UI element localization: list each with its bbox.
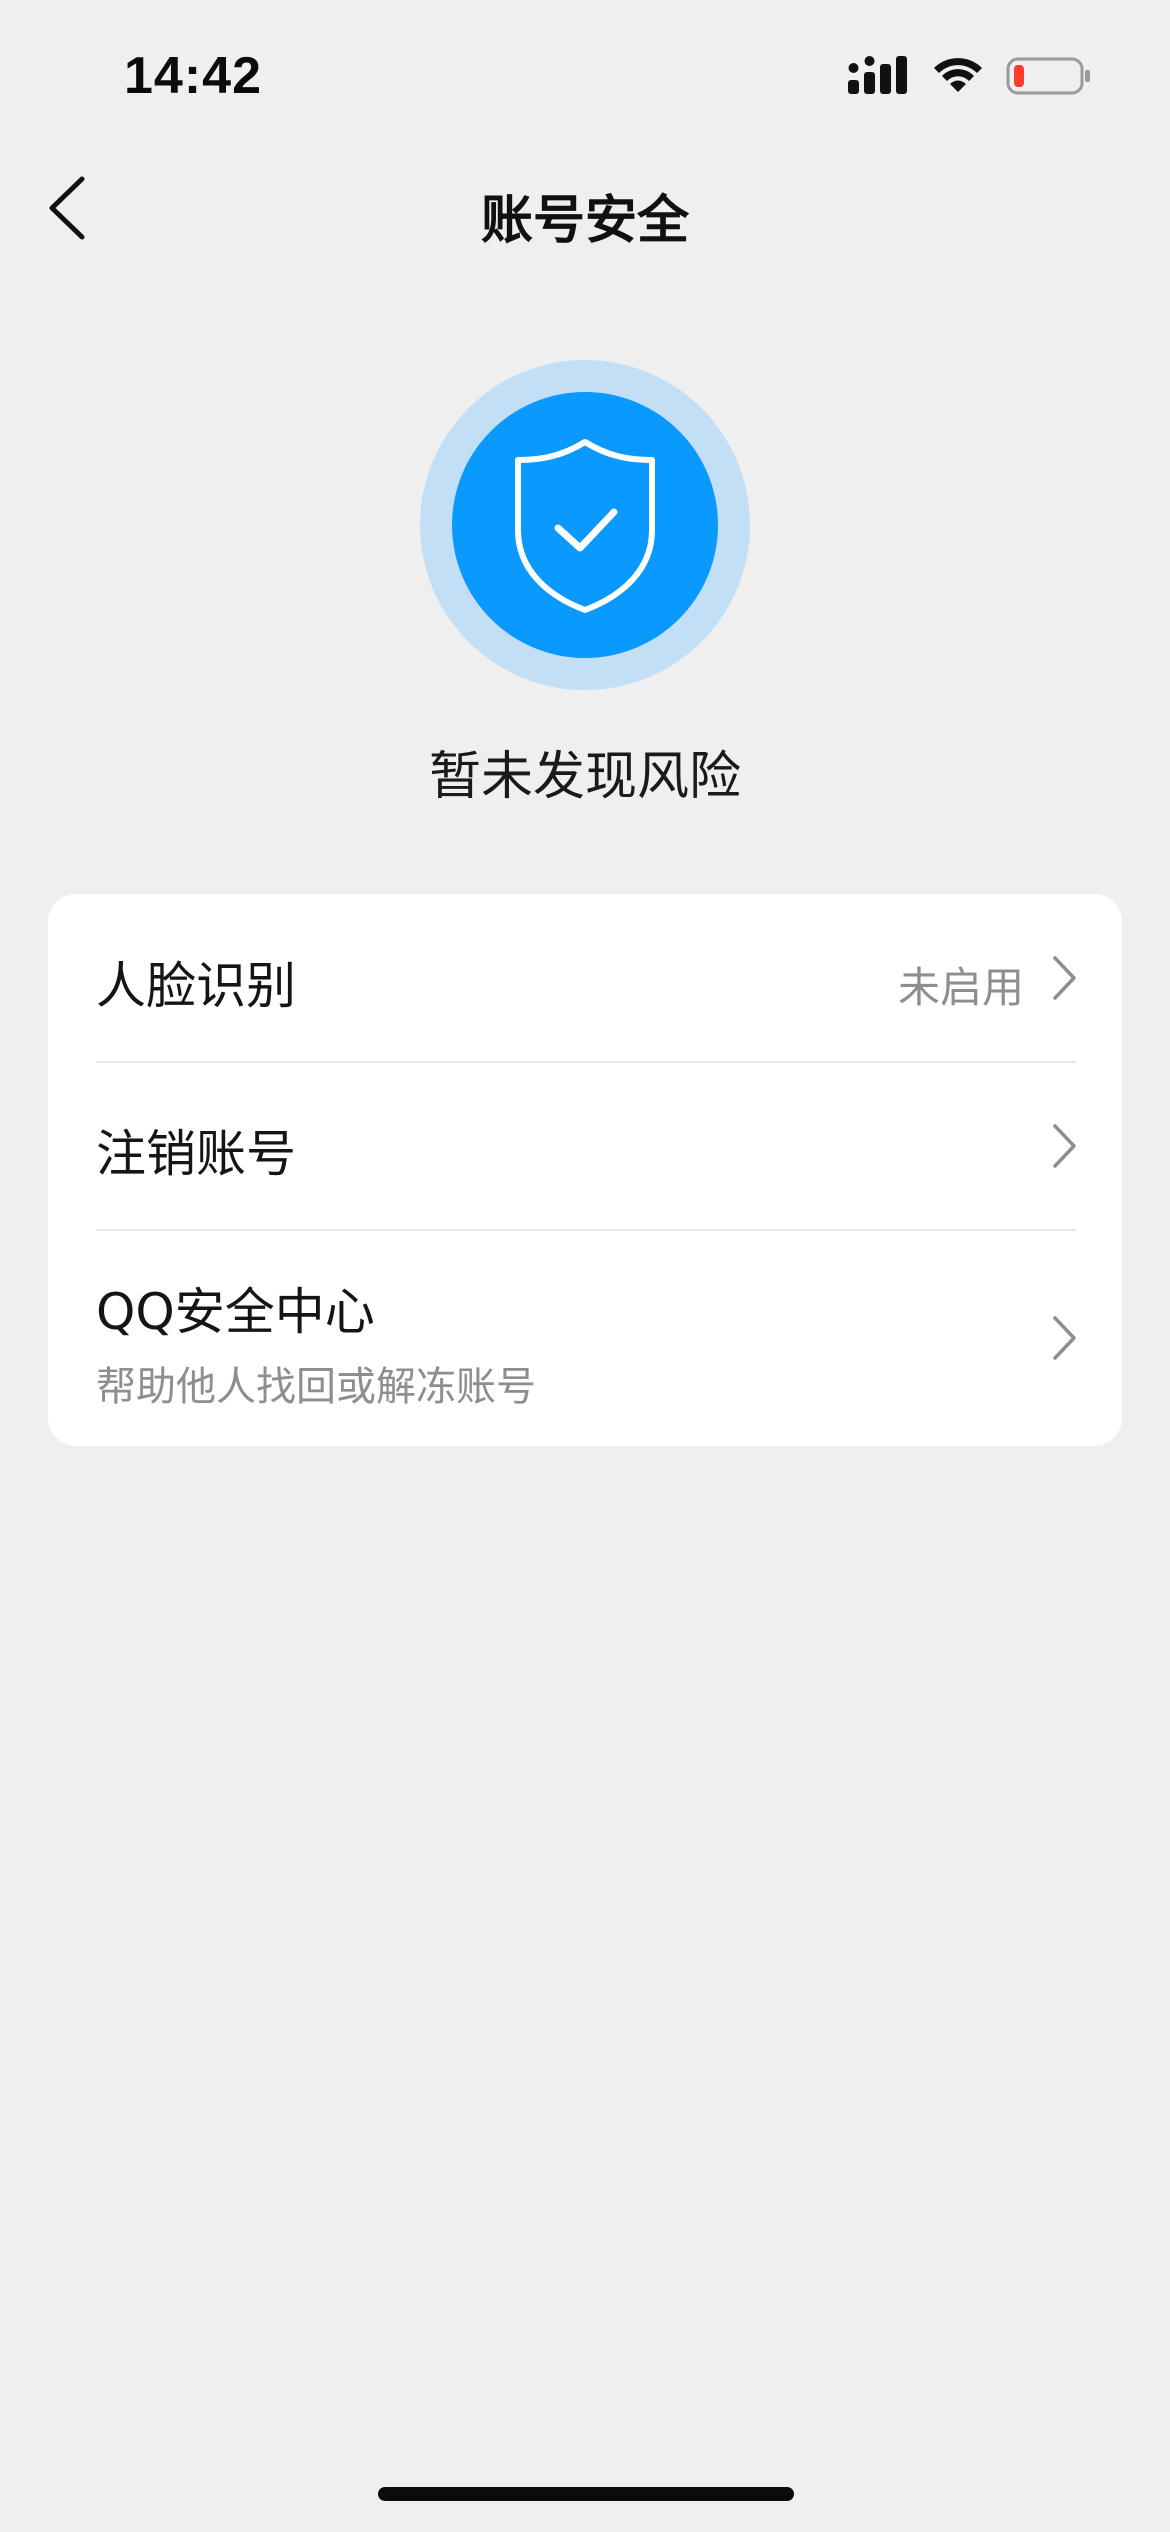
chevron-right-icon (1053, 956, 1076, 1000)
chevron-right-icon (1053, 1316, 1076, 1360)
security-status-text: 暂未发现风险 (428, 747, 741, 807)
security-status-badge (420, 360, 750, 690)
security-status-badge-inner (452, 392, 718, 658)
battery-low-icon (1006, 57, 1090, 95)
signal-icon (848, 56, 907, 94)
chevron-right-icon (1053, 1124, 1076, 1168)
nav-bar: 账号安全 (0, 150, 1170, 264)
status-bar: 14:42 (0, 0, 1170, 150)
qq-security-center-subtitle: 帮助他人找回或解冻账号 (96, 1364, 536, 1410)
qq-security-center-label: QQ安全中心 (96, 1283, 375, 1341)
face-recognition-row[interactable]: 人脸识别 未启用 (48, 894, 1122, 1062)
home-indicator[interactable] (378, 2487, 794, 2501)
status-icons (848, 52, 1092, 100)
wifi-icon (934, 58, 982, 92)
deactivate-account-label: 注销账号 (96, 1125, 296, 1183)
page-title: 账号安全 (480, 191, 689, 251)
settings-card: 人脸识别 未启用 注销账号 QQ安全中心 帮助他人找回或解冻账号 (48, 894, 1122, 1446)
deactivate-account-row[interactable]: 注销账号 (48, 1062, 1122, 1230)
face-recognition-status: 未启用 (897, 963, 1024, 1012)
shield-check-icon (515, 439, 655, 613)
face-recognition-label: 人脸识别 (96, 957, 296, 1015)
status-time: 14:42 (124, 47, 262, 105)
qq-security-center-row[interactable]: QQ安全中心 帮助他人找回或解冻账号 (48, 1230, 1122, 1446)
